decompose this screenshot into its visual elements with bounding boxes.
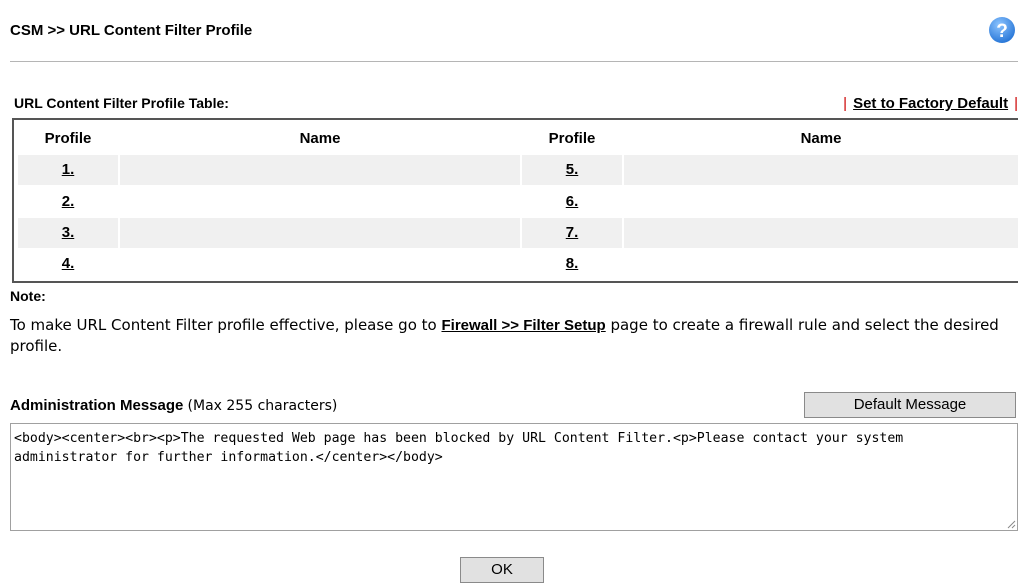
note-text: To make URL Content Filter profile effec… xyxy=(10,315,1000,357)
profile-link-3[interactable]: 3. xyxy=(18,218,118,248)
table-header-row: Profile Name Profile Name xyxy=(18,124,1018,154)
profile-name xyxy=(120,187,520,217)
profile-link-8[interactable]: 8. xyxy=(522,249,622,279)
help-question-icon[interactable]: ? xyxy=(988,16,1016,44)
profile-link-2[interactable]: 2. xyxy=(18,187,118,217)
resize-grip-icon[interactable] xyxy=(1006,519,1016,529)
profile-link-6[interactable]: 6. xyxy=(522,187,622,217)
column-header-name: Name xyxy=(299,130,341,147)
note-text-before: To make URL Content Filter profile effec… xyxy=(10,316,442,334)
table-title: URL Content Filter Profile Table: xyxy=(14,95,229,111)
profile-link-5[interactable]: 5. xyxy=(522,155,622,185)
table-row: 3. 7. xyxy=(18,218,1018,248)
admin-message-label-group: Administration Message (Max 255 characte… xyxy=(10,397,337,414)
default-message-button[interactable]: Default Message xyxy=(804,392,1016,418)
profile-name xyxy=(120,155,520,185)
page-title: CSM >> URL Content Filter Profile xyxy=(10,22,253,39)
title-divider xyxy=(10,61,1018,62)
profile-link-1[interactable]: 1. xyxy=(18,155,118,185)
ok-button[interactable]: OK xyxy=(460,557,544,583)
note-label: Note: xyxy=(10,288,46,304)
table-row: 1. 5. xyxy=(18,155,1018,185)
profile-name xyxy=(624,218,1018,248)
table-row: 4. 8. xyxy=(18,249,1018,279)
separator-pipe: | xyxy=(843,95,848,112)
separator-pipe: | xyxy=(1014,95,1018,112)
profile-name xyxy=(624,187,1018,217)
profile-link-7[interactable]: 7. xyxy=(522,218,622,248)
admin-max-hint: (Max 255 characters) xyxy=(187,398,338,414)
profile-name xyxy=(120,218,520,248)
set-factory-default-link[interactable]: Set to Factory Default xyxy=(853,95,1008,112)
admin-message-textarea[interactable]: <body><center><br><p>The requested Web p… xyxy=(10,423,1018,531)
profile-table: Profile Name Profile Name 1. 5. 2. 6. 3.… xyxy=(12,118,1018,283)
firewall-filter-setup-link[interactable]: Firewall >> Filter Setup xyxy=(441,317,605,334)
profile-name xyxy=(624,155,1018,185)
profile-name xyxy=(624,249,1018,279)
column-header-profile: Profile xyxy=(44,130,92,147)
profile-name xyxy=(120,249,520,279)
profile-link-4[interactable]: 4. xyxy=(18,249,118,279)
table-row: 2. 6. xyxy=(18,187,1018,217)
factory-default-group: | Set to Factory Default | xyxy=(843,95,1018,112)
column-header-name: Name xyxy=(800,130,842,147)
svg-text:?: ? xyxy=(996,21,1008,42)
admin-message-label: Administration Message xyxy=(10,397,184,414)
column-header-profile: Profile xyxy=(548,130,596,147)
